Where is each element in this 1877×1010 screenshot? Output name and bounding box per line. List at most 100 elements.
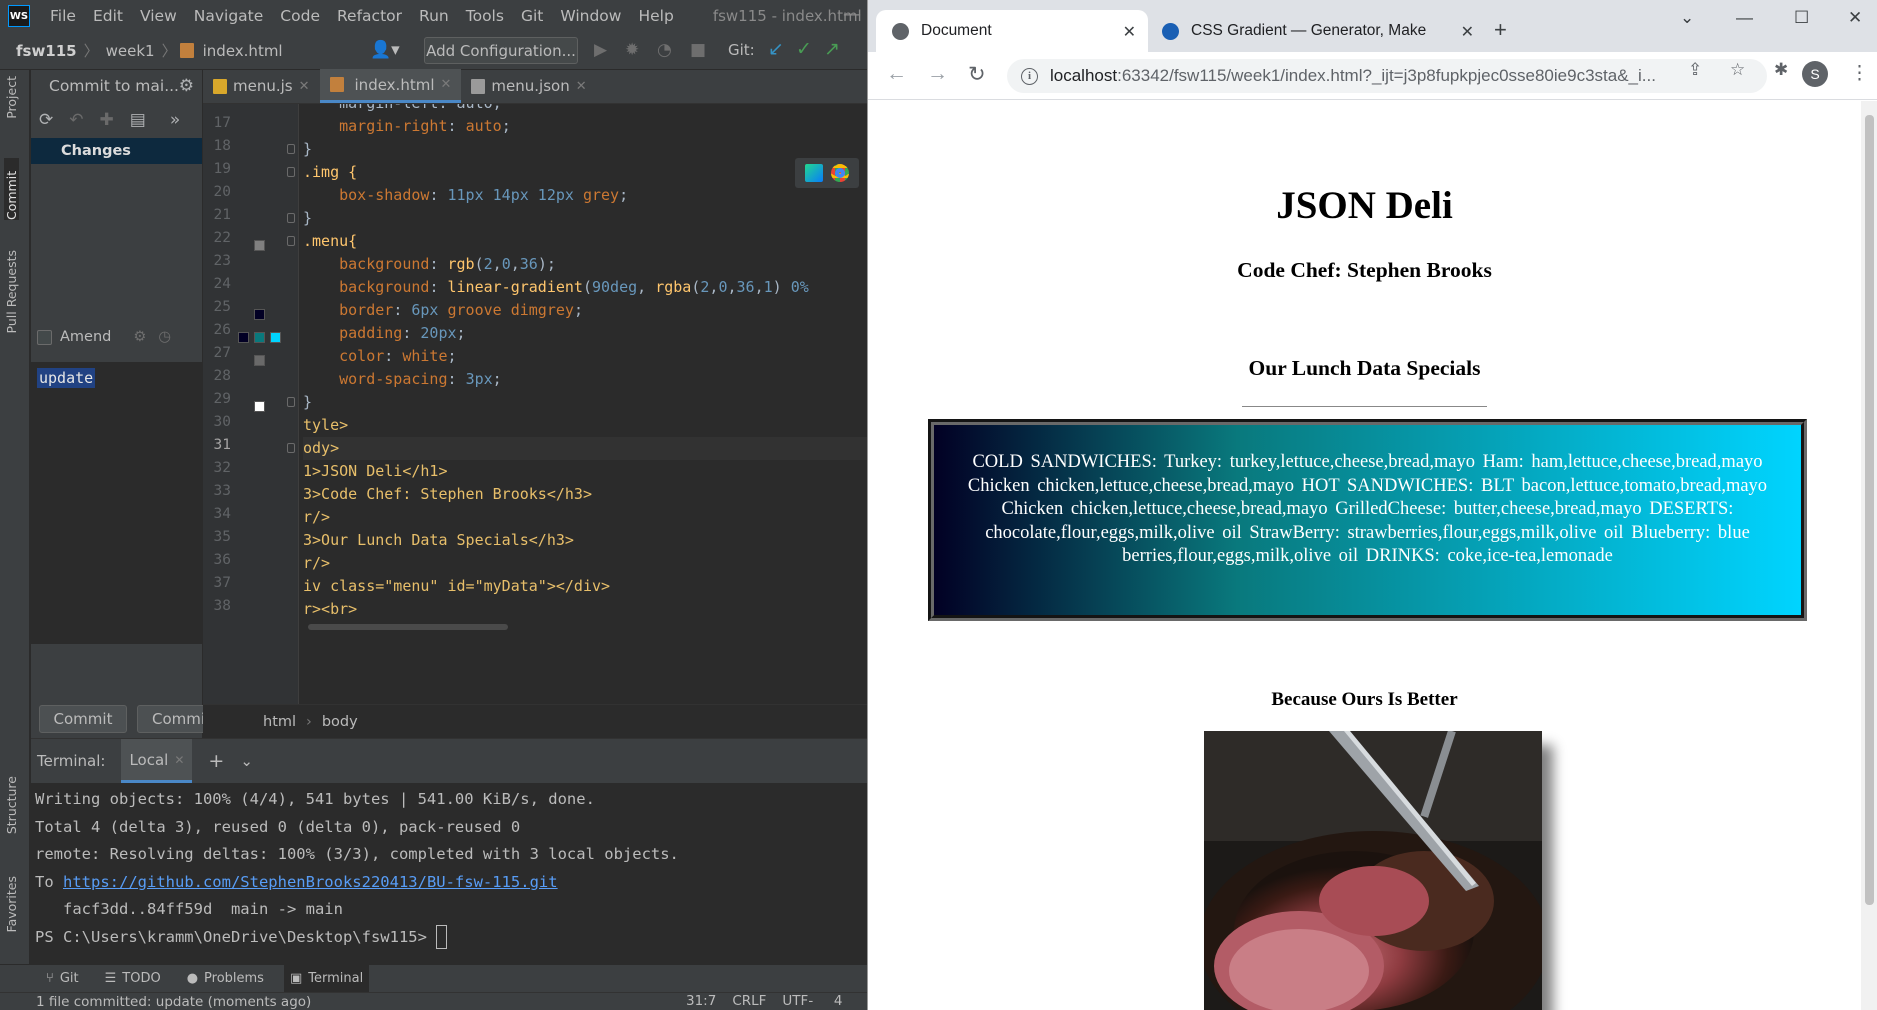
- tab-favorites[interactable]: Favorites: [4, 876, 19, 932]
- debug-icon[interactable]: ✹: [625, 40, 639, 60]
- close-icon[interactable]: ✕: [441, 77, 452, 92]
- menu-file[interactable]: File: [42, 7, 85, 25]
- menu-window[interactable]: Window: [552, 7, 630, 25]
- menu-edit[interactable]: Edit: [85, 7, 132, 25]
- breadcrumb-project[interactable]: fsw115: [0, 42, 81, 60]
- address-bar[interactable]: i localhost:63342/fsw115/week1/index.htm…: [1007, 59, 1767, 93]
- menu-run[interactable]: Run: [411, 7, 458, 25]
- clock-icon[interactable]: ◷: [158, 329, 171, 345]
- menu-git[interactable]: Git: [513, 7, 552, 25]
- tab-commit[interactable]: Commit: [4, 158, 19, 220]
- terminal-output[interactable]: Writing objects: 100% (4/4), 541 bytes |…: [31, 783, 867, 951]
- add-configuration-button[interactable]: Add Configuration...: [424, 37, 578, 64]
- amend-checkbox[interactable]: [37, 329, 52, 345]
- breadcrumb-folder[interactable]: week1: [102, 42, 159, 60]
- scroll-thumb[interactable]: [1865, 115, 1874, 905]
- color-swatch-dimgrey[interactable]: [254, 355, 265, 366]
- new-tab-icon[interactable]: +: [1494, 17, 1507, 43]
- profile-avatar[interactable]: S: [1802, 61, 1828, 87]
- star-icon[interactable]: ☆: [1730, 60, 1745, 80]
- extensions-icon[interactable]: ✱: [1774, 60, 1788, 80]
- color-swatch-grey[interactable]: [254, 240, 265, 251]
- gear-icon[interactable]: ⚙: [179, 76, 194, 96]
- refresh-icon[interactable]: ⟳: [39, 110, 53, 130]
- close-icon[interactable]: ✕: [174, 753, 184, 767]
- close-icon[interactable]: ✕: [299, 79, 310, 94]
- more-menu-icon[interactable]: ⋮: [1850, 62, 1869, 85]
- webstorm-icon[interactable]: [805, 164, 823, 182]
- diff-icon[interactable]: ▤: [130, 110, 146, 130]
- user-icon[interactable]: 👤▾: [370, 40, 400, 60]
- code-area[interactable]: margin-left: auto; margin-right: auto; }…: [303, 104, 867, 704]
- forward-icon[interactable]: →: [927, 62, 948, 86]
- chevron-down-icon[interactable]: ⌄: [1680, 8, 1694, 28]
- terminal-tab-local[interactable]: Local ✕: [121, 739, 193, 783]
- close-icon[interactable]: ✕: [1123, 22, 1136, 42]
- menu-tools[interactable]: Tools: [458, 7, 513, 25]
- color-swatch-teal[interactable]: [254, 332, 265, 343]
- minimize-icon[interactable]: —: [1736, 8, 1753, 28]
- color-swatch-cyan[interactable]: [270, 332, 281, 343]
- git-push-icon[interactable]: ↗: [824, 38, 840, 60]
- stop-icon[interactable]: ■: [690, 40, 706, 60]
- editor-tab-menu-js[interactable]: menu.js ✕: [203, 69, 320, 103]
- reload-icon[interactable]: ↻: [968, 62, 986, 87]
- move-icon[interactable]: ✚: [100, 110, 114, 130]
- run-icon[interactable]: ▶: [594, 40, 607, 60]
- editor-tab-menu-json[interactable]: menu.json ✕: [461, 69, 596, 103]
- page-scrollbar[interactable]: [1861, 101, 1877, 1010]
- commit-button[interactable]: Commit: [39, 705, 127, 733]
- tool-tab-git[interactable]: ⑂ Git: [40, 965, 85, 993]
- line-separator[interactable]: CRLF: [732, 993, 766, 1010]
- back-icon[interactable]: ←: [886, 62, 907, 86]
- coverage-icon[interactable]: ◔: [657, 40, 672, 60]
- close-icon[interactable]: ✕: [1461, 22, 1474, 42]
- changes-node[interactable]: Changes: [31, 138, 202, 164]
- fold-icon[interactable]: [287, 236, 295, 246]
- commit-message-field[interactable]: update: [31, 362, 202, 644]
- tab-structure[interactable]: Structure: [4, 776, 19, 834]
- more-icon[interactable]: »: [170, 110, 180, 130]
- minimize-icon[interactable]: —: [843, 4, 861, 25]
- caret-position[interactable]: 31:7: [686, 993, 716, 1010]
- path-body[interactable]: body: [322, 714, 358, 730]
- tool-tab-problems[interactable]: ● Problems: [181, 965, 270, 993]
- gear-icon[interactable]: ⚙: [133, 329, 146, 345]
- fold-icon[interactable]: [287, 397, 295, 407]
- color-swatch-navy[interactable]: [238, 332, 249, 343]
- fold-icon[interactable]: [287, 167, 295, 177]
- color-swatch-navy[interactable]: [254, 309, 265, 320]
- plus-icon[interactable]: +: [208, 750, 224, 772]
- color-swatch-white[interactable]: [254, 401, 265, 412]
- maximize-icon[interactable]: ☐: [1794, 8, 1809, 28]
- menu-navigate[interactable]: Navigate: [186, 7, 273, 25]
- horizontal-scrollbar[interactable]: [308, 624, 508, 630]
- menu-code[interactable]: Code: [272, 7, 329, 25]
- git-update-icon[interactable]: ↙: [768, 38, 784, 60]
- editor-tab-index-html[interactable]: index.html ✕: [319, 69, 462, 103]
- tab-pull-requests[interactable]: Pull Requests: [4, 250, 19, 333]
- fold-icon[interactable]: [287, 443, 295, 453]
- tool-tab-terminal[interactable]: ▣ Terminal: [283, 964, 370, 993]
- close-window-icon[interactable]: ✕: [1848, 8, 1862, 28]
- close-icon[interactable]: ✕: [576, 79, 587, 94]
- menu-view[interactable]: View: [132, 7, 186, 25]
- share-icon[interactable]: ⇪: [1688, 60, 1702, 80]
- tool-tab-todo[interactable]: ☰ TODO: [99, 965, 167, 993]
- git-commit-icon[interactable]: ✓: [796, 38, 812, 60]
- menu-help[interactable]: Help: [630, 7, 682, 25]
- fold-icon[interactable]: [287, 213, 295, 223]
- chevron-down-icon[interactable]: ⌄: [240, 752, 253, 770]
- indent-setting[interactable]: 4 spa: [834, 993, 867, 1010]
- file-encoding[interactable]: UTF-8: [782, 993, 817, 1010]
- browser-tab-css-gradient[interactable]: CSS Gradient — Generator, Make ✕: [1146, 10, 1486, 52]
- rollback-icon[interactable]: ↶: [69, 110, 83, 130]
- browser-tab-document[interactable]: Document ✕: [876, 10, 1148, 52]
- chrome-icon[interactable]: [831, 164, 849, 182]
- tab-project[interactable]: Project: [4, 76, 19, 119]
- path-html[interactable]: html: [263, 714, 296, 730]
- status-message[interactable]: 1 file committed: update (moments ago): [36, 994, 311, 1010]
- repo-link[interactable]: https://github.com/StephenBrooks220413/B…: [63, 873, 558, 891]
- breadcrumb-file[interactable]: index.html: [199, 42, 287, 60]
- fold-icon[interactable]: [287, 144, 295, 154]
